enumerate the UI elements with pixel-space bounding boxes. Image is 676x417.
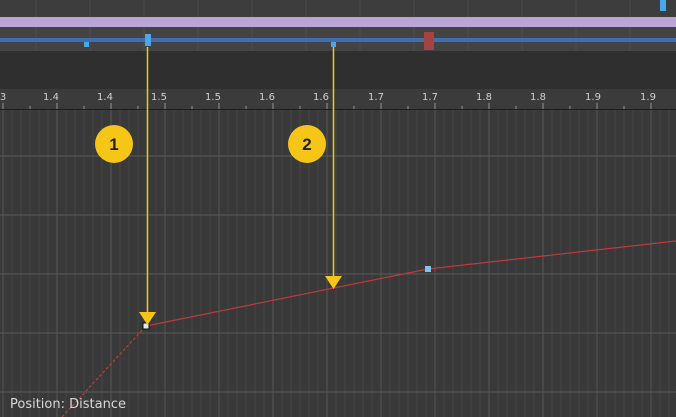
marker-icon[interactable] — [424, 32, 434, 50]
graph-overlay: 1 2 — [0, 0, 676, 417]
graph-horizontal-grid — [0, 155, 676, 393]
keyframe-icon[interactable] — [145, 34, 151, 46]
keyframe-icon[interactable] — [660, 0, 666, 11]
track-line — [0, 38, 676, 42]
down-arrow-icon — [139, 312, 156, 325]
ruler-ticks — [2, 103, 652, 109]
timeline-graph-editor: 3 1.4 1.4 1.5 1.5 1.6 1.6 1.7 1.7 1.8 1.… — [0, 0, 676, 417]
top-grid — [35, 0, 631, 17]
callout-number: 1 — [109, 135, 118, 154]
status-label: Position: Distance — [10, 397, 126, 412]
callout-badge-2: 2 — [288, 125, 326, 163]
keyframe-icon[interactable] — [331, 42, 336, 47]
keyframe-icon[interactable] — [425, 266, 431, 272]
callout-number: 2 — [302, 135, 311, 154]
keyframe-icon[interactable] — [84, 42, 89, 47]
callout-badge-1: 1 — [95, 125, 133, 163]
